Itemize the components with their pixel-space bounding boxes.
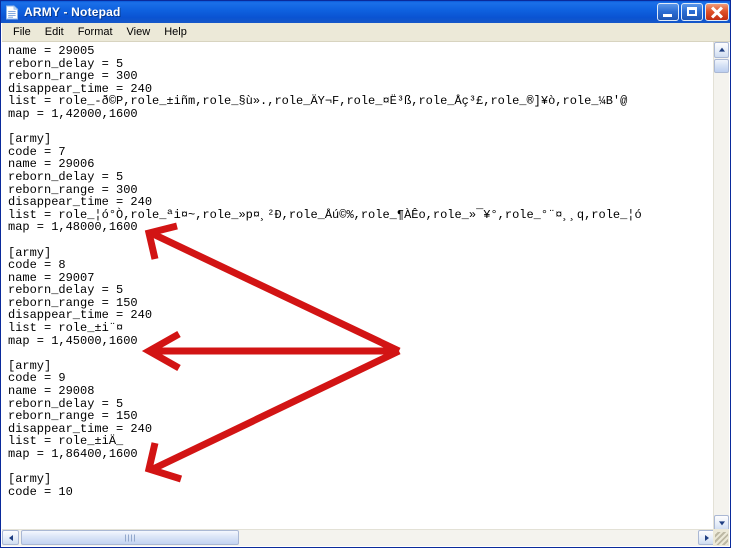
document-line: [army]	[8, 472, 52, 487]
document-line	[8, 121, 642, 134]
chevron-down-icon	[718, 521, 725, 526]
document-line	[8, 461, 642, 474]
document-line: [army]	[8, 132, 52, 147]
document-line: list = role_±i¨¤	[8, 321, 124, 336]
document-line: reborn_range = 150	[8, 409, 138, 424]
document-line: disappear_time = 240	[8, 195, 153, 210]
horizontal-scroll-thumb[interactable]	[21, 530, 239, 545]
vertical-scrollbar[interactable]	[713, 42, 729, 531]
document-text: name = 29005 reborn_delay = 5 reborn_range…	[8, 45, 642, 498]
document-line: code = 7	[8, 144, 66, 159]
chevron-left-icon	[8, 534, 13, 541]
scroll-left-button[interactable]	[2, 530, 19, 545]
document-line: code = 8	[8, 258, 66, 273]
menu-item-help[interactable]: Help	[157, 24, 194, 40]
document-line: reborn_delay = 5	[8, 283, 124, 298]
document-line: [army]	[8, 245, 52, 260]
window-title: ARMY - Notepad	[24, 5, 121, 19]
close-button[interactable]	[705, 3, 729, 21]
vertical-scroll-thumb[interactable]	[714, 59, 729, 73]
menu-item-edit[interactable]: Edit	[38, 24, 71, 40]
document-line: code = 10	[8, 484, 73, 499]
document-line: [army]	[8, 358, 52, 373]
notepad-window: ARMY - Notepad File Edit Format View Hel…	[0, 0, 731, 548]
document-line: name = 29005	[8, 44, 95, 58]
document-line	[8, 234, 642, 247]
document-line	[8, 347, 642, 360]
document-line: reborn_delay = 5	[8, 169, 124, 184]
menu-item-file[interactable]: File	[6, 24, 38, 40]
maximize-button[interactable]	[681, 3, 703, 21]
document-line: map = 1,45000,1600	[8, 333, 138, 348]
text-editor-area[interactable]: name = 29005 reborn_delay = 5 reborn_range…	[2, 42, 730, 547]
chevron-up-icon	[718, 47, 725, 52]
document-line: map = 1,42000,1600	[8, 106, 138, 121]
document-line: map = 1,86400,1600	[8, 447, 138, 461]
menu-item-format[interactable]: Format	[71, 24, 120, 40]
window-controls	[657, 3, 729, 21]
maximize-icon	[687, 7, 697, 16]
scroll-up-button[interactable]	[714, 42, 729, 58]
minimize-button[interactable]	[657, 3, 679, 21]
notepad-document-icon	[4, 4, 20, 20]
document-line: reborn_range = 300	[8, 69, 138, 84]
document-line: name = 29008	[8, 384, 95, 399]
document-line: map = 1,48000,1600	[8, 220, 138, 235]
menu-bar: File Edit Format View Help	[2, 23, 730, 42]
minimize-icon	[663, 14, 672, 17]
menu-item-view[interactable]: View	[120, 24, 158, 40]
horizontal-scrollbar[interactable]	[2, 529, 715, 546]
chevron-right-icon	[704, 534, 709, 541]
thumb-grip-icon	[125, 534, 135, 541]
title-bar[interactable]: ARMY - Notepad	[1, 1, 730, 23]
document-line: code = 9	[8, 371, 66, 386]
resize-grip-icon[interactable]	[715, 532, 728, 545]
